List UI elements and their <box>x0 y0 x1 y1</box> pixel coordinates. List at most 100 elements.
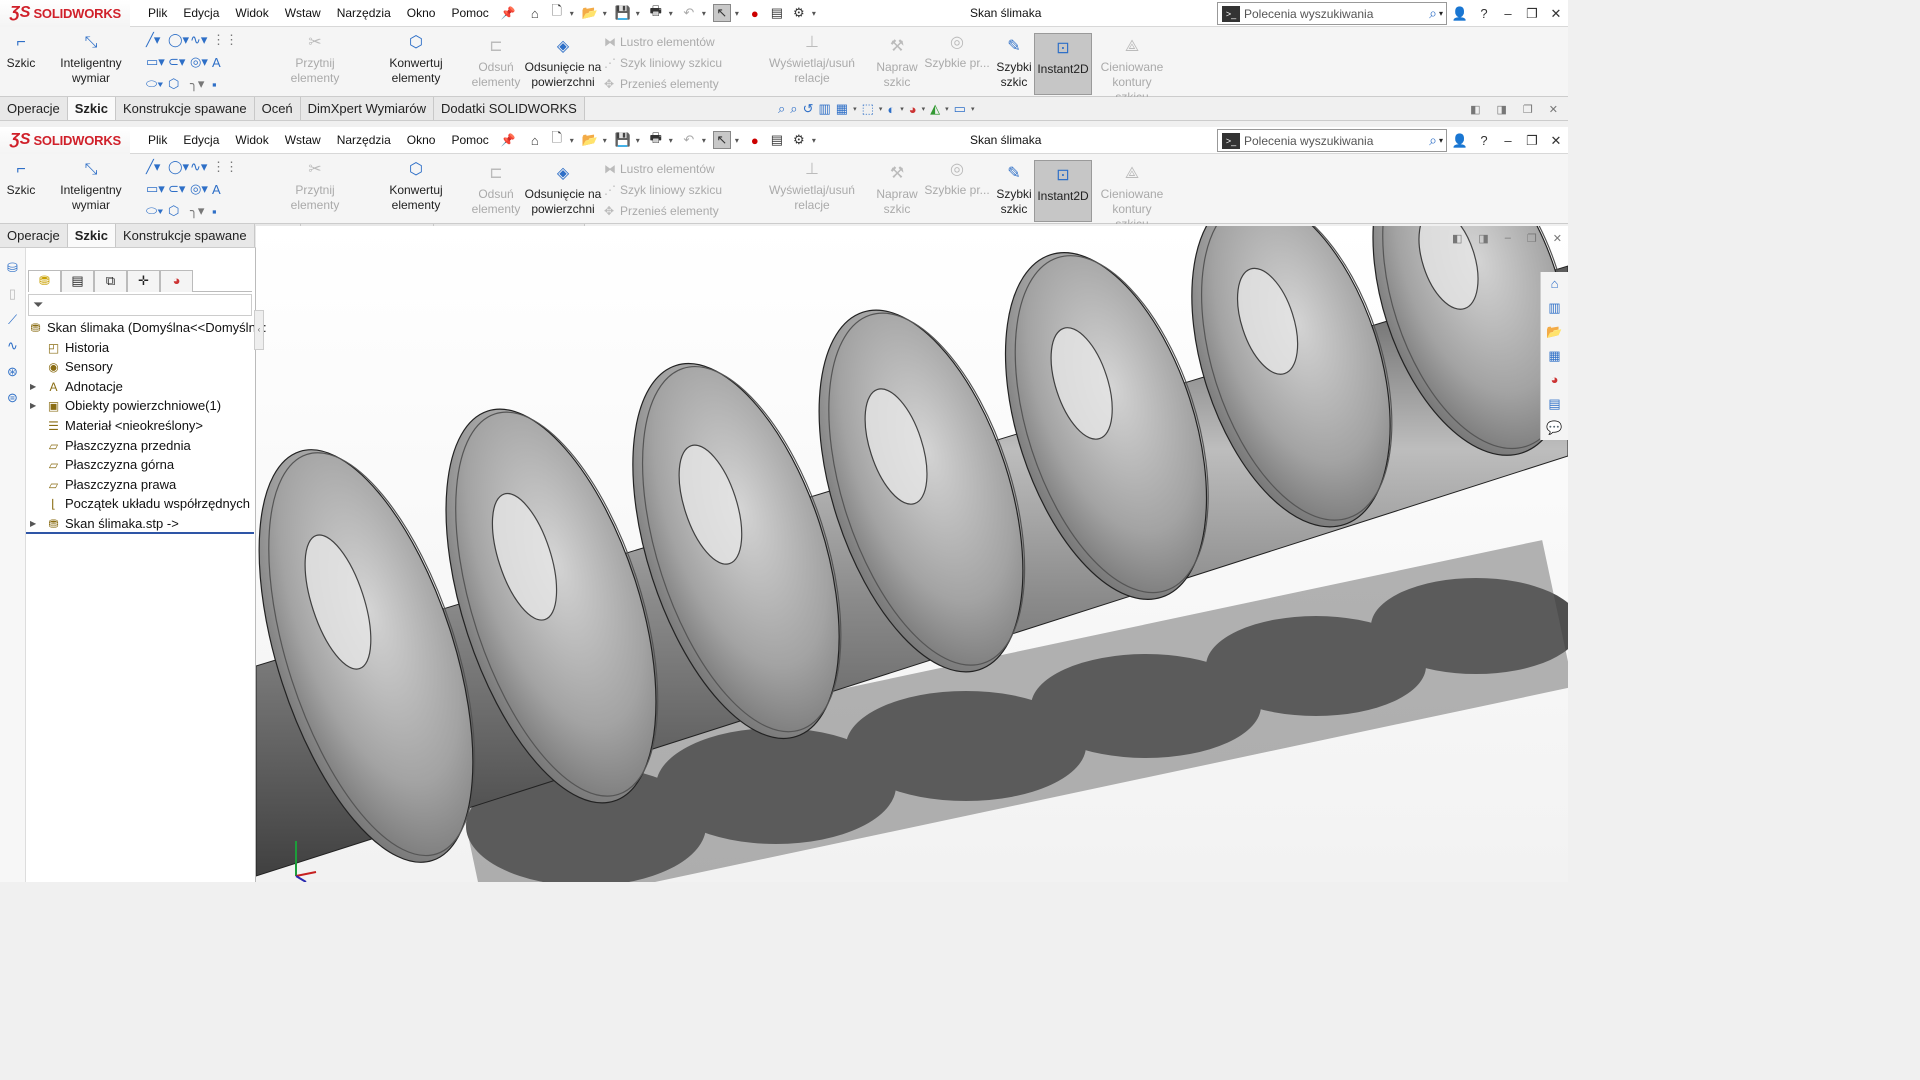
new-document-icon[interactable]: 🗋 <box>548 3 566 22</box>
appearance-icon[interactable]: ◕ <box>909 102 917 117</box>
file-properties-icon[interactable]: ▤ <box>768 131 786 149</box>
tree-item-sensors[interactable]: ◉ Sensory <box>26 357 254 377</box>
forum-icon[interactable]: 💬 <box>1541 416 1568 440</box>
custom-properties-icon[interactable]: ▤ <box>1541 392 1568 416</box>
menu-okno[interactable]: Okno <box>399 127 444 154</box>
dynamic-annotation-icon[interactable]: ▦ <box>836 101 848 117</box>
instant2d-button[interactable]: ⊡ Instant2D <box>1034 168 1092 204</box>
minimize-button[interactable]: – <box>1496 133 1520 148</box>
polygon-icon[interactable]: ⬭▾ <box>146 75 168 93</box>
tree-item-front-plane[interactable]: ▱ Płaszczyzna przednia <box>26 436 254 456</box>
ellipse-icon[interactable]: ◎▾ <box>190 180 212 198</box>
tab-ocen[interactable]: Oceń <box>254 97 301 120</box>
doc-minimize-icon[interactable]: – <box>1505 232 1511 244</box>
menu-wstaw[interactable]: Wstaw <box>277 0 329 27</box>
options-gear-icon[interactable]: ⚙ <box>790 4 808 22</box>
save-icon[interactable]: 💾 <box>614 131 632 149</box>
trim-entities-button[interactable]: ✂ Przytnij elementy <box>270 162 360 213</box>
command-search-box[interactable]: >_ Polecenia wyszukiwania ⌕ ▾ <box>1217 2 1447 25</box>
search-icon[interactable]: ⌕ <box>1429 132 1437 149</box>
doc-tile-left-icon[interactable]: ◧ <box>1470 103 1480 116</box>
repair-sketch-button[interactable]: ⚒ Napraw szkic <box>874 166 920 217</box>
zoom-area-icon[interactable]: ⌕ <box>790 101 797 117</box>
panel-collapse-handle[interactable]: ‹ <box>254 310 264 350</box>
dimxpert-icon[interactable]: ⊛ <box>0 364 25 388</box>
trim-entities-button[interactable]: ✂ Przytnij elementy <box>270 35 360 86</box>
property-tab-icon[interactable]: ▤ <box>61 270 94 292</box>
menu-plik[interactable]: Plik <box>140 0 175 27</box>
smart-dimension-button[interactable]: ⤡ Inteligentny wymiar <box>40 162 142 213</box>
tree-item-history[interactable]: ◰ Historia <box>26 338 254 358</box>
point-icon[interactable]: ▪ <box>212 202 234 220</box>
undo-icon[interactable]: ↶ <box>680 4 698 22</box>
quick-snaps-button[interactable]: ◎ Szybkie pr... <box>924 162 990 198</box>
select-cursor-icon[interactable]: ↖ <box>712 131 731 149</box>
dimxpert-tab-icon[interactable]: ✛ <box>127 270 160 292</box>
convert-entities-button[interactable]: ⬡ Konwertuj elementy <box>364 162 468 213</box>
repair-sketch-button[interactable]: ⚒ Napraw szkic <box>874 39 920 90</box>
property-manager-icon[interactable]: ▯ <box>0 286 25 310</box>
polygon-icon[interactable]: ⬭▾ <box>146 202 168 220</box>
help-icon[interactable]: ? <box>1472 6 1496 21</box>
hexagon-icon[interactable]: ⬡ <box>168 202 190 220</box>
restore-button[interactable]: ❐ <box>1520 133 1544 149</box>
expand-arrow-icon[interactable]: ▶ <box>30 514 36 534</box>
print-icon[interactable]: 🖶 <box>647 3 665 22</box>
grid-icon[interactable]: ⋮⋮ <box>212 31 238 49</box>
doc-close-icon[interactable]: ✕ <box>1549 103 1558 116</box>
mates-icon[interactable]: ⊜ <box>0 390 25 414</box>
zoom-to-fit-icon[interactable]: ⌕ <box>778 101 785 117</box>
move-entities-button[interactable]: ✥ Przenieś elementy <box>604 74 719 95</box>
offset-entities-button[interactable]: ⊏ Odsuń elementy <box>470 166 522 217</box>
rapid-sketch-button[interactable]: ✎ Szybki szkic <box>994 166 1034 217</box>
home-icon[interactable]: ⌂ <box>526 131 544 149</box>
move-entities-button[interactable]: ✥ Przenieś elementy <box>604 201 719 222</box>
circle-icon[interactable]: ◯▾ <box>168 31 190 49</box>
menu-widok[interactable]: Widok <box>227 127 276 154</box>
fillet-icon[interactable]: ╮▾ <box>190 202 212 220</box>
design-library-icon[interactable]: ▥ <box>1541 296 1568 320</box>
smart-dimension-button[interactable]: ⤡ Inteligentny wymiar <box>40 35 142 86</box>
section-view-icon[interactable]: ▥ <box>818 101 830 117</box>
view-palette-icon[interactable]: ▦ <box>1541 344 1568 368</box>
view-settings-icon[interactable]: ▭ <box>954 101 966 117</box>
tab-dimxpert[interactable]: DimXpert Wymiarów <box>300 97 434 120</box>
rapid-sketch-button[interactable]: ✎ Szybki szkic <box>994 39 1034 90</box>
tab-konstrukcje-spawane[interactable]: Konstrukcje spawane <box>116 97 255 120</box>
file-explorer-icon[interactable]: 📂 <box>1541 320 1568 344</box>
display-delete-relations-button[interactable]: ⊥ Wyświetlaj/usuń relacje <box>752 35 872 86</box>
select-cursor-icon[interactable]: ↖ <box>712 4 731 22</box>
tab-szkic[interactable]: Szkic <box>67 97 116 120</box>
help-icon[interactable]: ? <box>1472 133 1496 148</box>
slot-icon[interactable]: ⊂▾ <box>168 53 190 71</box>
spline-icon[interactable]: ∿▾ <box>190 158 212 176</box>
mirror-entities-button[interactable]: ⧓ Lustro elementów <box>604 159 715 180</box>
tree-item-right-plane[interactable]: ▱ Płaszczyzna prawa <box>26 475 254 495</box>
quick-snaps-button[interactable]: ◎ Szybkie pr... <box>924 35 990 71</box>
undo-icon[interactable]: ↶ <box>680 131 698 149</box>
display-style-icon[interactable]: ◐ <box>887 102 895 117</box>
user-icon[interactable]: 👤 <box>1448 6 1472 22</box>
feature-tree-tab-icon[interactable]: ⛃ <box>28 270 61 292</box>
scene-icon[interactable]: ◭ <box>930 101 940 117</box>
sketch-button[interactable]: ⌐ Szkic <box>6 35 36 71</box>
doc-restore-icon[interactable]: ❐ <box>1523 103 1533 116</box>
tab-operacje[interactable]: Operacje <box>0 224 68 247</box>
curves-icon[interactable]: ∿ <box>0 338 25 362</box>
doc-tile-left-icon[interactable]: ◧ <box>1452 232 1462 245</box>
expand-arrow-icon[interactable]: ▶ <box>30 396 36 416</box>
menu-pomoc[interactable]: Pomoc <box>443 0 496 27</box>
options-gear-icon[interactable]: ⚙ <box>790 131 808 149</box>
open-icon[interactable]: 📂 <box>581 131 599 149</box>
rebuild-icon[interactable]: ● <box>746 4 764 22</box>
offset-entities-button[interactable]: ⊏ Odsuń elementy <box>470 39 522 90</box>
menu-pomoc[interactable]: Pomoc <box>443 127 496 154</box>
tab-dodatki[interactable]: Dodatki SOLIDWORKS <box>434 97 585 120</box>
user-icon[interactable]: 👤 <box>1448 133 1472 149</box>
pin-icon[interactable]: 📌 <box>501 133 516 147</box>
offset-on-surface-button[interactable]: ◈ Odsunięcie na powierzchni <box>524 166 602 217</box>
pin-icon[interactable]: 📌 <box>501 6 516 20</box>
menu-okno[interactable]: Okno <box>399 0 444 27</box>
display-tab-icon[interactable]: ◕ <box>160 270 193 292</box>
text-icon[interactable]: A <box>212 180 234 198</box>
